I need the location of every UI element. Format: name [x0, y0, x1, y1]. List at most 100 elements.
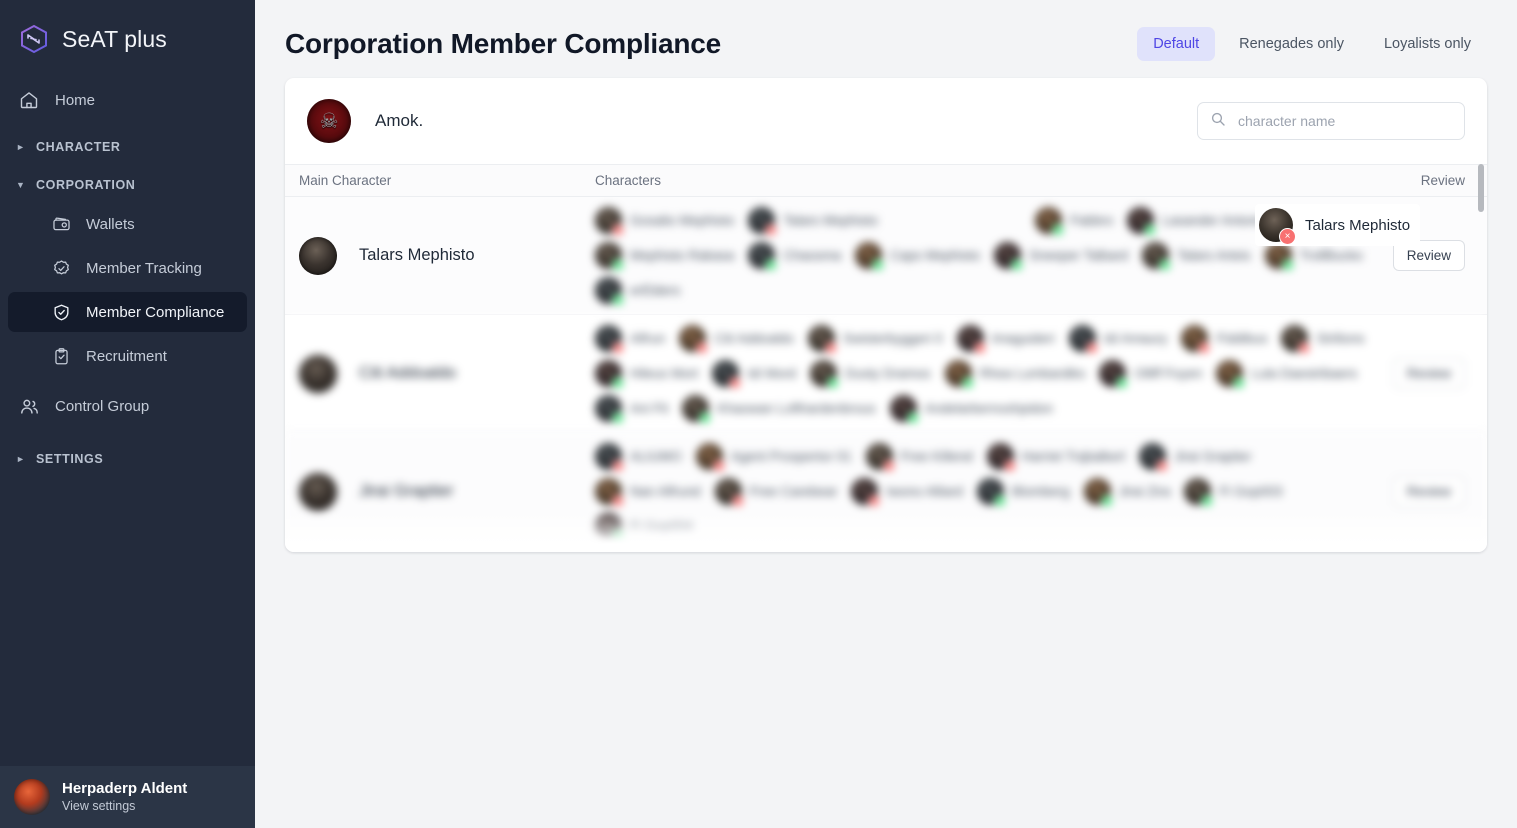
status-badge — [882, 460, 895, 472]
sidebar-item-member-compliance[interactable]: Member Compliance — [8, 292, 247, 332]
character-name: Caps Mephisto — [890, 248, 981, 263]
status-badge — [1085, 342, 1098, 354]
table-scrollbar[interactable] — [1478, 164, 1484, 552]
sidebar-user-settings-link[interactable]: View settings — [62, 799, 187, 815]
sidebar-item-home[interactable]: Home — [8, 80, 247, 120]
avatar — [976, 478, 1006, 507]
list-item[interactable]: Iwono Alliard — [851, 478, 963, 507]
list-item[interactable]: Fi Gop003 — [1184, 478, 1282, 507]
table-row[interactable]: Citi Addoaldo Alfrun Citi Addoaldo Swist… — [285, 315, 1487, 433]
wallet-icon — [50, 213, 72, 235]
list-item[interactable]: Fiddibus — [1181, 325, 1267, 354]
sidebar-user-panel[interactable]: Herpaderp Aldent View settings — [0, 766, 255, 828]
review-button[interactable]: Review — [1392, 358, 1465, 389]
sidebar-item-wallets[interactable]: Wallets — [8, 204, 247, 244]
sidebar-section-character[interactable]: ► CHARACTER — [0, 124, 255, 162]
list-item[interactable]: Caps Mephisto — [855, 242, 981, 271]
search-input[interactable] — [1236, 112, 1452, 130]
list-item[interactable]: Lula Daestribaers — [1216, 360, 1357, 389]
status-badge — [712, 460, 725, 472]
review-button[interactable]: Review — [1392, 476, 1465, 507]
list-item[interactable]: Harriet Trqbalkerl — [986, 443, 1126, 472]
sidebar-item-label-wallets: Wallets — [86, 215, 135, 233]
list-item[interactable]: Lasander Antonius — [1127, 207, 1274, 236]
list-item[interactable]: Nan Alfrund — [595, 478, 701, 507]
list-item[interactable]: erElders — [595, 277, 680, 306]
list-item[interactable]: Jirai Graptier — [1139, 443, 1251, 472]
list-item[interactable]: Khaowan Lofthardenbrous — [682, 395, 876, 424]
list-item[interactable]: Gosalio Mephisto — [595, 207, 734, 236]
list-item[interactable]: Alfrun — [595, 325, 666, 354]
triangle-right-icon: ► — [16, 454, 26, 464]
sidebar-item-recruitment[interactable]: Recruitment — [8, 336, 247, 376]
avatar — [1099, 360, 1129, 389]
sidebar-item-control-group[interactable]: Control Group — [8, 386, 247, 426]
status-badge — [961, 377, 974, 389]
clipboard-check-icon — [50, 345, 72, 367]
avatar — [865, 443, 895, 472]
sidebar-section-corporation[interactable]: ▼ CORPORATION — [0, 162, 255, 200]
avatar — [994, 242, 1024, 271]
list-item[interactable]: Imaguideri — [956, 325, 1055, 354]
list-item[interactable]: Talars Arteis — [1141, 242, 1251, 271]
avatar — [1083, 478, 1113, 507]
list-item[interactable]: Free Killend — [865, 443, 973, 472]
list-item[interactable]: Citi Addoaldo — [679, 325, 794, 354]
list-item[interactable]: Olliff Foyen — [1099, 360, 1202, 389]
main-character-name: Talars Mephisto — [359, 246, 475, 264]
list-item[interactable]: Fi Gop004 — [595, 513, 694, 542]
status-badge — [1156, 460, 1169, 472]
avatar — [595, 242, 624, 271]
list-item[interactable]: Sneeper Talbard — [994, 242, 1128, 271]
character-name: Fi Gop004 — [630, 519, 694, 534]
list-item[interactable]: Idi Mord — [712, 360, 796, 389]
character-name: Mephisto Rakasa — [630, 248, 735, 263]
avatar: × — [1259, 208, 1296, 245]
hovered-character-chip[interactable]: × Talars Mephisto — [1255, 204, 1421, 246]
list-item[interactable]: Jirai Zira — [1083, 478, 1170, 507]
search-box[interactable] — [1197, 102, 1465, 140]
list-item[interactable]: Fabbro — [1035, 207, 1113, 236]
list-item[interactable]: Free Carebear — [714, 478, 837, 507]
list-item[interactable]: Mephisto Rakasa — [595, 242, 735, 271]
avatar — [712, 360, 742, 389]
list-item[interactable]: Blomberg — [976, 478, 1070, 507]
list-item[interactable]: Rhea Lumbardiks — [944, 360, 1085, 389]
list-item[interactable]: Ani Fit — [595, 395, 668, 424]
list-item[interactable]: Chaosma — [748, 242, 841, 271]
table-row[interactable]: Jirai Graptier ALIUMO Agent Prospertor 0… — [285, 433, 1487, 551]
sidebar-section-settings[interactable]: ► SETTINGS — [0, 430, 255, 474]
character-name: Blomberg — [1011, 484, 1070, 499]
status-badge — [906, 412, 919, 424]
row-characters: Alfrun Citi Addoaldo Swisterbyggeri 0 Im… — [595, 315, 1381, 432]
list-item[interactable]: ALIUMO — [595, 443, 682, 472]
avatar — [299, 354, 337, 393]
table-header-row: Main Character Characters Review — [285, 164, 1487, 197]
avatar — [810, 360, 840, 389]
list-item[interactable]: Strilions — [1281, 325, 1365, 354]
list-item[interactable]: Dusty Dramos — [810, 360, 931, 389]
list-item[interactable]: TrollBucko — [1264, 242, 1363, 271]
list-item[interactable]: Swisterbyggeri 0 — [807, 325, 943, 354]
character-name: Alfrun — [630, 331, 666, 346]
scrollbar-thumb[interactable] — [1478, 164, 1484, 212]
sidebar-item-label-recruitment: Recruitment — [86, 347, 167, 365]
character-name: Imaguideri — [991, 331, 1055, 346]
status-badge — [765, 259, 778, 271]
status-badge — [612, 294, 624, 306]
list-item[interactable]: Idi Amaury — [1068, 325, 1167, 354]
table-row[interactable]: Talars Mephisto Gosalio Mephisto Talars … — [285, 197, 1487, 315]
character-name: Agent Prospertor 01 — [730, 449, 852, 464]
tab-loyalists-only[interactable]: Loyalists only — [1368, 27, 1487, 61]
tab-default[interactable]: Default — [1137, 27, 1216, 61]
filter-tabs: Default Renegades only Loyalists only — [1137, 27, 1487, 61]
list-item[interactable]: Hileus Mort — [595, 360, 698, 389]
tab-renegades-only[interactable]: Renegades only — [1223, 27, 1360, 61]
sidebar-item-member-tracking[interactable]: Member Tracking — [8, 248, 247, 288]
brand[interactable]: SeAT plus — [0, 0, 255, 58]
character-name: Harriet Trqbalkerl — [1021, 449, 1126, 464]
list-item[interactable]: Agent Prospertor 01 — [695, 443, 852, 472]
list-item[interactable]: Talars Mephisto — [748, 207, 878, 236]
status-badge — [973, 342, 986, 354]
list-item[interactable]: Andelarbernoshpidon — [889, 395, 1053, 424]
